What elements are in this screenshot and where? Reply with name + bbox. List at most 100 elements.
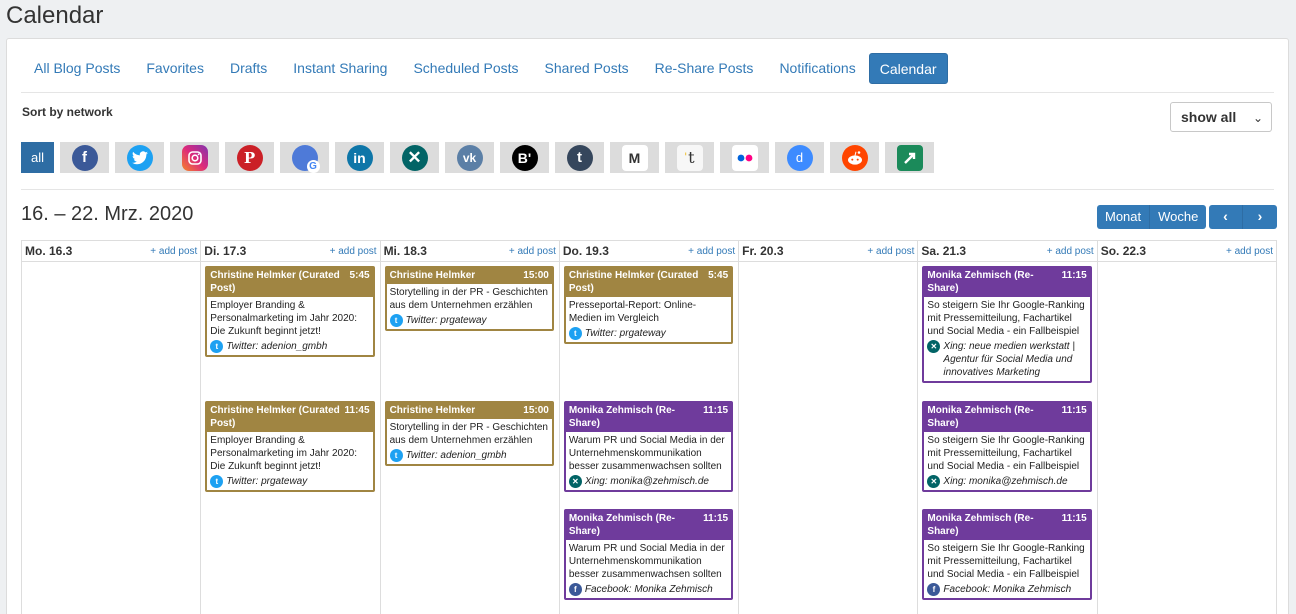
event-account-label: Twitter: adenion_gmbh [405, 450, 507, 461]
tab-shared-posts[interactable]: Shared Posts [532, 53, 642, 84]
torial-icon: ' t [676, 144, 703, 171]
previous-week-button[interactable]: ‹ [1209, 205, 1243, 229]
calendar-event[interactable]: Monika Zehmisch (Re-Share) 11:15 Warum PR… [563, 509, 734, 600]
add-post-link[interactable]: + add post [509, 246, 556, 257]
day-column-do: Do. 19.3 + add post Christine Helmker (C… [558, 241, 739, 614]
network-filter-vk[interactable]: vk [445, 142, 494, 173]
day-header: So. 22.3 + add post [1097, 241, 1276, 262]
network-filter-buffer[interactable] [885, 142, 934, 173]
event-account: f Facebook: Monika Zehmisch [924, 581, 1089, 598]
google-mybusiness-icon: G [291, 144, 320, 173]
network-filter-all[interactable]: all [21, 142, 54, 173]
network-filter-facebook[interactable]: f [60, 142, 109, 173]
view-week-button[interactable]: Woche [1150, 205, 1207, 229]
day-column-di: Di. 17.3 + add post Christine Helmker (C… [200, 241, 380, 614]
network-filter-flickr[interactable] [720, 142, 769, 173]
tab-re-share-posts[interactable]: Re-Share Posts [642, 53, 767, 84]
calendar-event[interactable]: Christine Helmker (Curated Post) 5:45 Pre… [563, 266, 734, 344]
tab-calendar[interactable]: Calendar [868, 53, 948, 84]
add-post-link[interactable]: + add post [1047, 246, 1094, 257]
day-name: Sa. 21.3 [921, 244, 967, 258]
event-header: Monika Zehmisch (Re-Share) 11:15 [924, 268, 1090, 297]
view-month-button[interactable]: Monat [1097, 205, 1151, 229]
next-week-button[interactable]: › [1243, 205, 1277, 229]
event-title: So steigern Sie Ihr Google-Ranking mit P… [927, 543, 1085, 580]
network-filter-medium[interactable]: M [610, 142, 659, 173]
calendar-event[interactable]: Christine Helmker (Curated Post) 5:45 Emp… [205, 266, 375, 357]
twitter-icon: t [389, 449, 403, 462]
calendar-event[interactable]: Monika Zehmisch (Re-Share) 11:15 So steig… [922, 401, 1092, 492]
week-navigation: ‹ › [1209, 205, 1277, 229]
twitter-icon: t [389, 314, 403, 327]
network-filter-google-mybusiness[interactable]: G [280, 142, 329, 173]
tab-scheduled-posts[interactable]: Scheduled Posts [400, 53, 531, 84]
network-filter-xing[interactable]: ✕ [390, 142, 439, 173]
event-account-label: Facebook: Monika Zehmisch [943, 584, 1072, 595]
calendar-event[interactable]: Monika Zehmisch (Re-Share) 11:15 So steig… [922, 266, 1092, 383]
network-filter-instagram[interactable] [170, 142, 219, 173]
network-filter-tumblr[interactable]: t [555, 142, 604, 173]
share-arrow-icon [896, 144, 923, 171]
calendar-event[interactable]: Monika Zehmisch (Re-Share) 11:15 So steig… [922, 509, 1092, 600]
network-filter-reddit[interactable] [830, 142, 879, 173]
event-title: Warum PR und Social Media in der Unterne… [568, 543, 725, 580]
day-column-mo: Mo. 16.3 + add post [21, 241, 201, 614]
network-filter-torial[interactable]: ' t [665, 142, 714, 173]
event-author: Christine Helmker [389, 405, 476, 416]
calendar-event[interactable]: Christine Helmker 15:00 Storytelling in d… [384, 401, 554, 466]
event-header: Christine Helmker 15:00 [386, 403, 552, 419]
network-filter-twitter[interactable] [115, 142, 164, 173]
event-author: Christine Helmker [389, 270, 476, 281]
divider [21, 92, 1274, 93]
event-account: t Twitter: prgateway [387, 312, 552, 329]
network-filter-value: show all [1181, 109, 1237, 125]
network-filter-bar: all f P G in ✕ vk B' t M ' t d [21, 142, 934, 173]
facebook-icon: f [927, 583, 941, 596]
add-post-link[interactable]: + add post [1226, 246, 1273, 257]
event-author: Christine Helmker (Curated Post) [568, 270, 699, 294]
network-filter-pinterest[interactable]: P [225, 142, 274, 173]
event-account: f Facebook: Monika Zehmisch [566, 581, 731, 598]
event-author: Christine Helmker (Curated Post) [210, 270, 340, 294]
divider [21, 189, 1274, 190]
event-account: t Twitter: adenion_gmbh [207, 338, 372, 355]
event-header: Monika Zehmisch (Re-Share) 11:15 [924, 403, 1090, 432]
tab-drafts[interactable]: Drafts [217, 53, 280, 84]
event-time: 5:45 [708, 270, 729, 281]
network-filter-linkedin[interactable]: in [335, 142, 384, 173]
facebook-icon: f [71, 144, 98, 171]
xing-icon: ✕ [401, 144, 428, 171]
chevron-left-icon: ‹ [1223, 208, 1228, 224]
tab-all-blog-posts[interactable]: All Blog Posts [21, 53, 133, 84]
event-account-label: Xing: monika@zehmisch.de [584, 476, 709, 487]
sort-by-network-label: Sort by network [22, 105, 113, 119]
add-post-link[interactable]: + add post [688, 246, 735, 257]
day-header: Fr. 20.3 + add post [739, 241, 918, 262]
vk-icon: vk [456, 144, 483, 171]
tab-instant-sharing[interactable]: Instant Sharing [280, 53, 400, 84]
event-account-label: Twitter: prgateway [584, 328, 666, 339]
day-header: Mi. 18.3 + add post [380, 241, 559, 262]
event-author: Monika Zehmisch (Re-Share) [927, 270, 1034, 294]
day-column-so: So. 22.3 + add post [1096, 241, 1277, 614]
calendar-event[interactable]: Monika Zehmisch (Re-Share) 11:15 Warum PR… [563, 401, 734, 492]
day-name: Fr. 20.3 [742, 244, 784, 258]
tab-favorites[interactable]: Favorites [133, 53, 217, 84]
add-post-link[interactable]: + add post [867, 246, 914, 257]
calendar-event[interactable]: Christine Helmker (Curated Post) 11:45 Em… [205, 401, 375, 492]
event-author: Monika Zehmisch (Re-Share) [927, 405, 1034, 429]
calendar-event[interactable]: Christine Helmker 15:00 Storytelling in d… [384, 266, 554, 331]
add-post-link[interactable]: + add post [330, 246, 377, 257]
network-filter-blogger[interactable]: B' [500, 142, 549, 173]
event-time: 11:15 [703, 405, 729, 416]
view-switch: Monat Woche [1097, 205, 1207, 229]
event-title: Storytelling in der PR - Geschichten aus… [389, 287, 548, 311]
network-filter-select[interactable]: show all ⌄ [1170, 102, 1272, 132]
day-header: Do. 19.3 + add post [559, 241, 739, 262]
event-header: Christine Helmker (Curated Post) 11:45 [207, 403, 373, 432]
day-name: So. 22.3 [1100, 244, 1147, 258]
tab-notifications[interactable]: Notifications [766, 53, 868, 84]
add-post-link[interactable]: + add post [150, 246, 197, 257]
network-filter-diigo[interactable]: d [775, 142, 824, 173]
event-time: 15:00 [523, 270, 549, 281]
